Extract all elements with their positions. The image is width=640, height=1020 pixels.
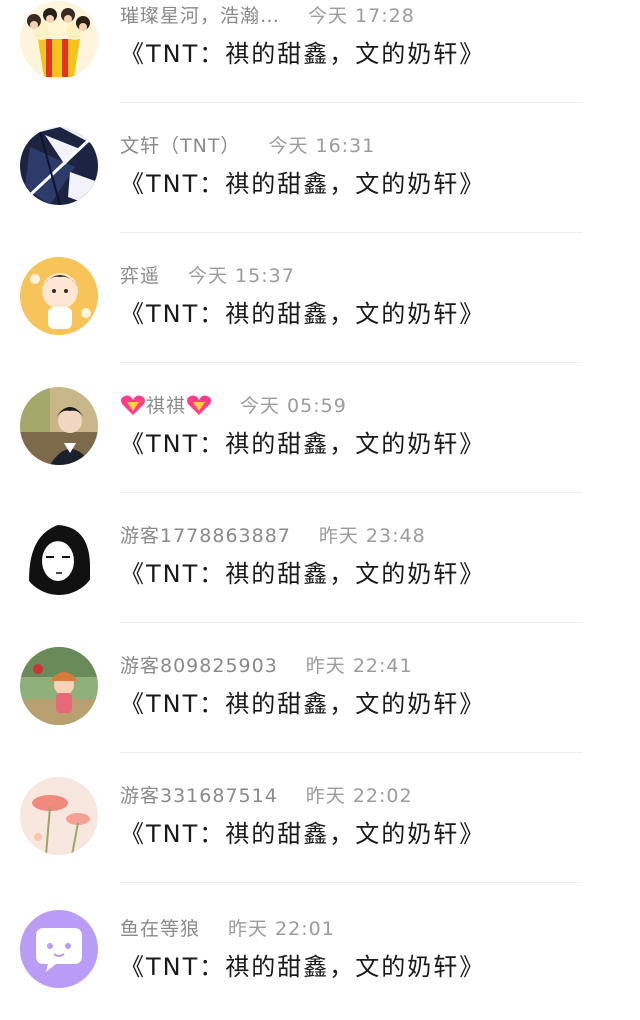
- chat-bubble-purple-avatar[interactable]: [20, 910, 98, 988]
- comment-username[interactable]: 游客809825903: [120, 655, 278, 677]
- comment-username[interactable]: 游客331687514: [120, 785, 278, 807]
- comment-username[interactable]: 鱼在等狼: [120, 918, 200, 940]
- comment-time: 昨天 22:41: [305, 655, 413, 677]
- comment-time: 今天 16:31: [268, 135, 376, 157]
- popcorn-characters-avatar[interactable]: [20, 1, 98, 79]
- comment-meta: 游客1778863887 昨天 23:48: [120, 521, 426, 551]
- comment-text: 《TNT：祺的甜鑫，文的奶轩》: [120, 820, 486, 848]
- comment-time: 昨天 22:02: [305, 785, 413, 807]
- anime-character-dark-avatar[interactable]: [20, 127, 98, 205]
- comment-meta: 文轩（TNT） 今天 16:31: [120, 131, 375, 161]
- comment-meta: 祺祺 今天 05:59: [120, 391, 347, 421]
- boy-photo-avatar[interactable]: [20, 387, 98, 465]
- comment-time: 今天 17:28: [308, 5, 415, 27]
- divider: [120, 492, 582, 493]
- comment-item[interactable]: 弈遥 今天 15:37 《TNT：祺的甜鑫，文的奶轩》: [0, 240, 640, 370]
- comment-time: 昨天 23:48: [318, 525, 426, 547]
- comment-text: 《TNT：祺的甜鑫，文的奶轩》: [120, 690, 486, 718]
- comment-time: 今天 05:59: [240, 395, 347, 417]
- divider: [120, 102, 582, 103]
- comment-meta: 弈遥 今天 15:37: [120, 261, 295, 291]
- comment-item[interactable]: 璀璨星河，浩瀚… 今天 17:28 《TNT：祺的甜鑫，文的奶轩》: [0, 0, 640, 110]
- heart-icon: [186, 394, 212, 416]
- comment-time: 昨天 22:01: [228, 918, 335, 940]
- comment-username[interactable]: 游客1778863887: [120, 525, 291, 547]
- comment-time: 今天 15:37: [188, 265, 295, 287]
- comment-text: 《TNT：祺的甜鑫，文的奶轩》: [120, 560, 486, 588]
- divider: [120, 232, 582, 233]
- comment-text: 《TNT：祺的甜鑫，文的奶轩》: [120, 300, 486, 328]
- comment-username[interactable]: 弈遥: [120, 265, 160, 287]
- comment-feed: 璀璨星河，浩瀚… 今天 17:28 《TNT：祺的甜鑫，文的奶轩》 文轩（TNT）…: [0, 0, 640, 1006]
- comment-meta: 璀璨星河，浩瀚… 今天 17:28: [120, 1, 415, 31]
- comment-text: 《TNT：祺的甜鑫，文的奶轩》: [120, 953, 486, 981]
- comment-text: 《TNT：祺的甜鑫，文的奶轩》: [120, 40, 486, 68]
- comment-username[interactable]: 祺祺: [146, 395, 186, 417]
- comment-item[interactable]: 祺祺 今天 05:59 《TNT：祺的甜鑫，文的奶轩》: [0, 370, 640, 500]
- comment-text: 《TNT：祺的甜鑫，文的奶轩》: [120, 430, 486, 458]
- manga-girl-avatar[interactable]: [20, 517, 98, 595]
- comment-item[interactable]: 游客809825903 昨天 22:41 《TNT：祺的甜鑫，文的奶轩》: [0, 630, 640, 760]
- comment-item[interactable]: 鱼在等狼 昨天 22:01 《TNT：祺的甜鑫，文的奶轩》: [0, 890, 640, 1020]
- heart-icon: [120, 394, 146, 416]
- comment-item[interactable]: 游客1778863887 昨天 23:48 《TNT：祺的甜鑫，文的奶轩》: [0, 500, 640, 630]
- divider: [120, 752, 582, 753]
- divider: [120, 622, 582, 623]
- pink-flower-avatar[interactable]: [20, 777, 98, 855]
- comment-username[interactable]: 文轩（TNT）: [120, 135, 240, 157]
- divider: [120, 882, 582, 883]
- boy-sticker-yellow-avatar[interactable]: [20, 257, 98, 335]
- comment-meta: 鱼在等狼 昨天 22:01: [120, 914, 335, 944]
- comment-item[interactable]: 文轩（TNT） 今天 16:31 《TNT：祺的甜鑫，文的奶轩》: [0, 110, 640, 240]
- comment-text: 《TNT：祺的甜鑫，文的奶轩》: [120, 170, 486, 198]
- divider: [120, 362, 582, 363]
- comment-username[interactable]: 璀璨星河，浩瀚…: [120, 5, 280, 27]
- comment-item[interactable]: 游客331687514 昨天 22:02 《TNT：祺的甜鑫，文的奶轩》: [0, 760, 640, 890]
- comment-meta: 游客809825903 昨天 22:41: [120, 651, 413, 681]
- cartoon-scene-avatar[interactable]: [20, 647, 98, 725]
- comment-meta: 游客331687514 昨天 22:02: [120, 781, 413, 811]
